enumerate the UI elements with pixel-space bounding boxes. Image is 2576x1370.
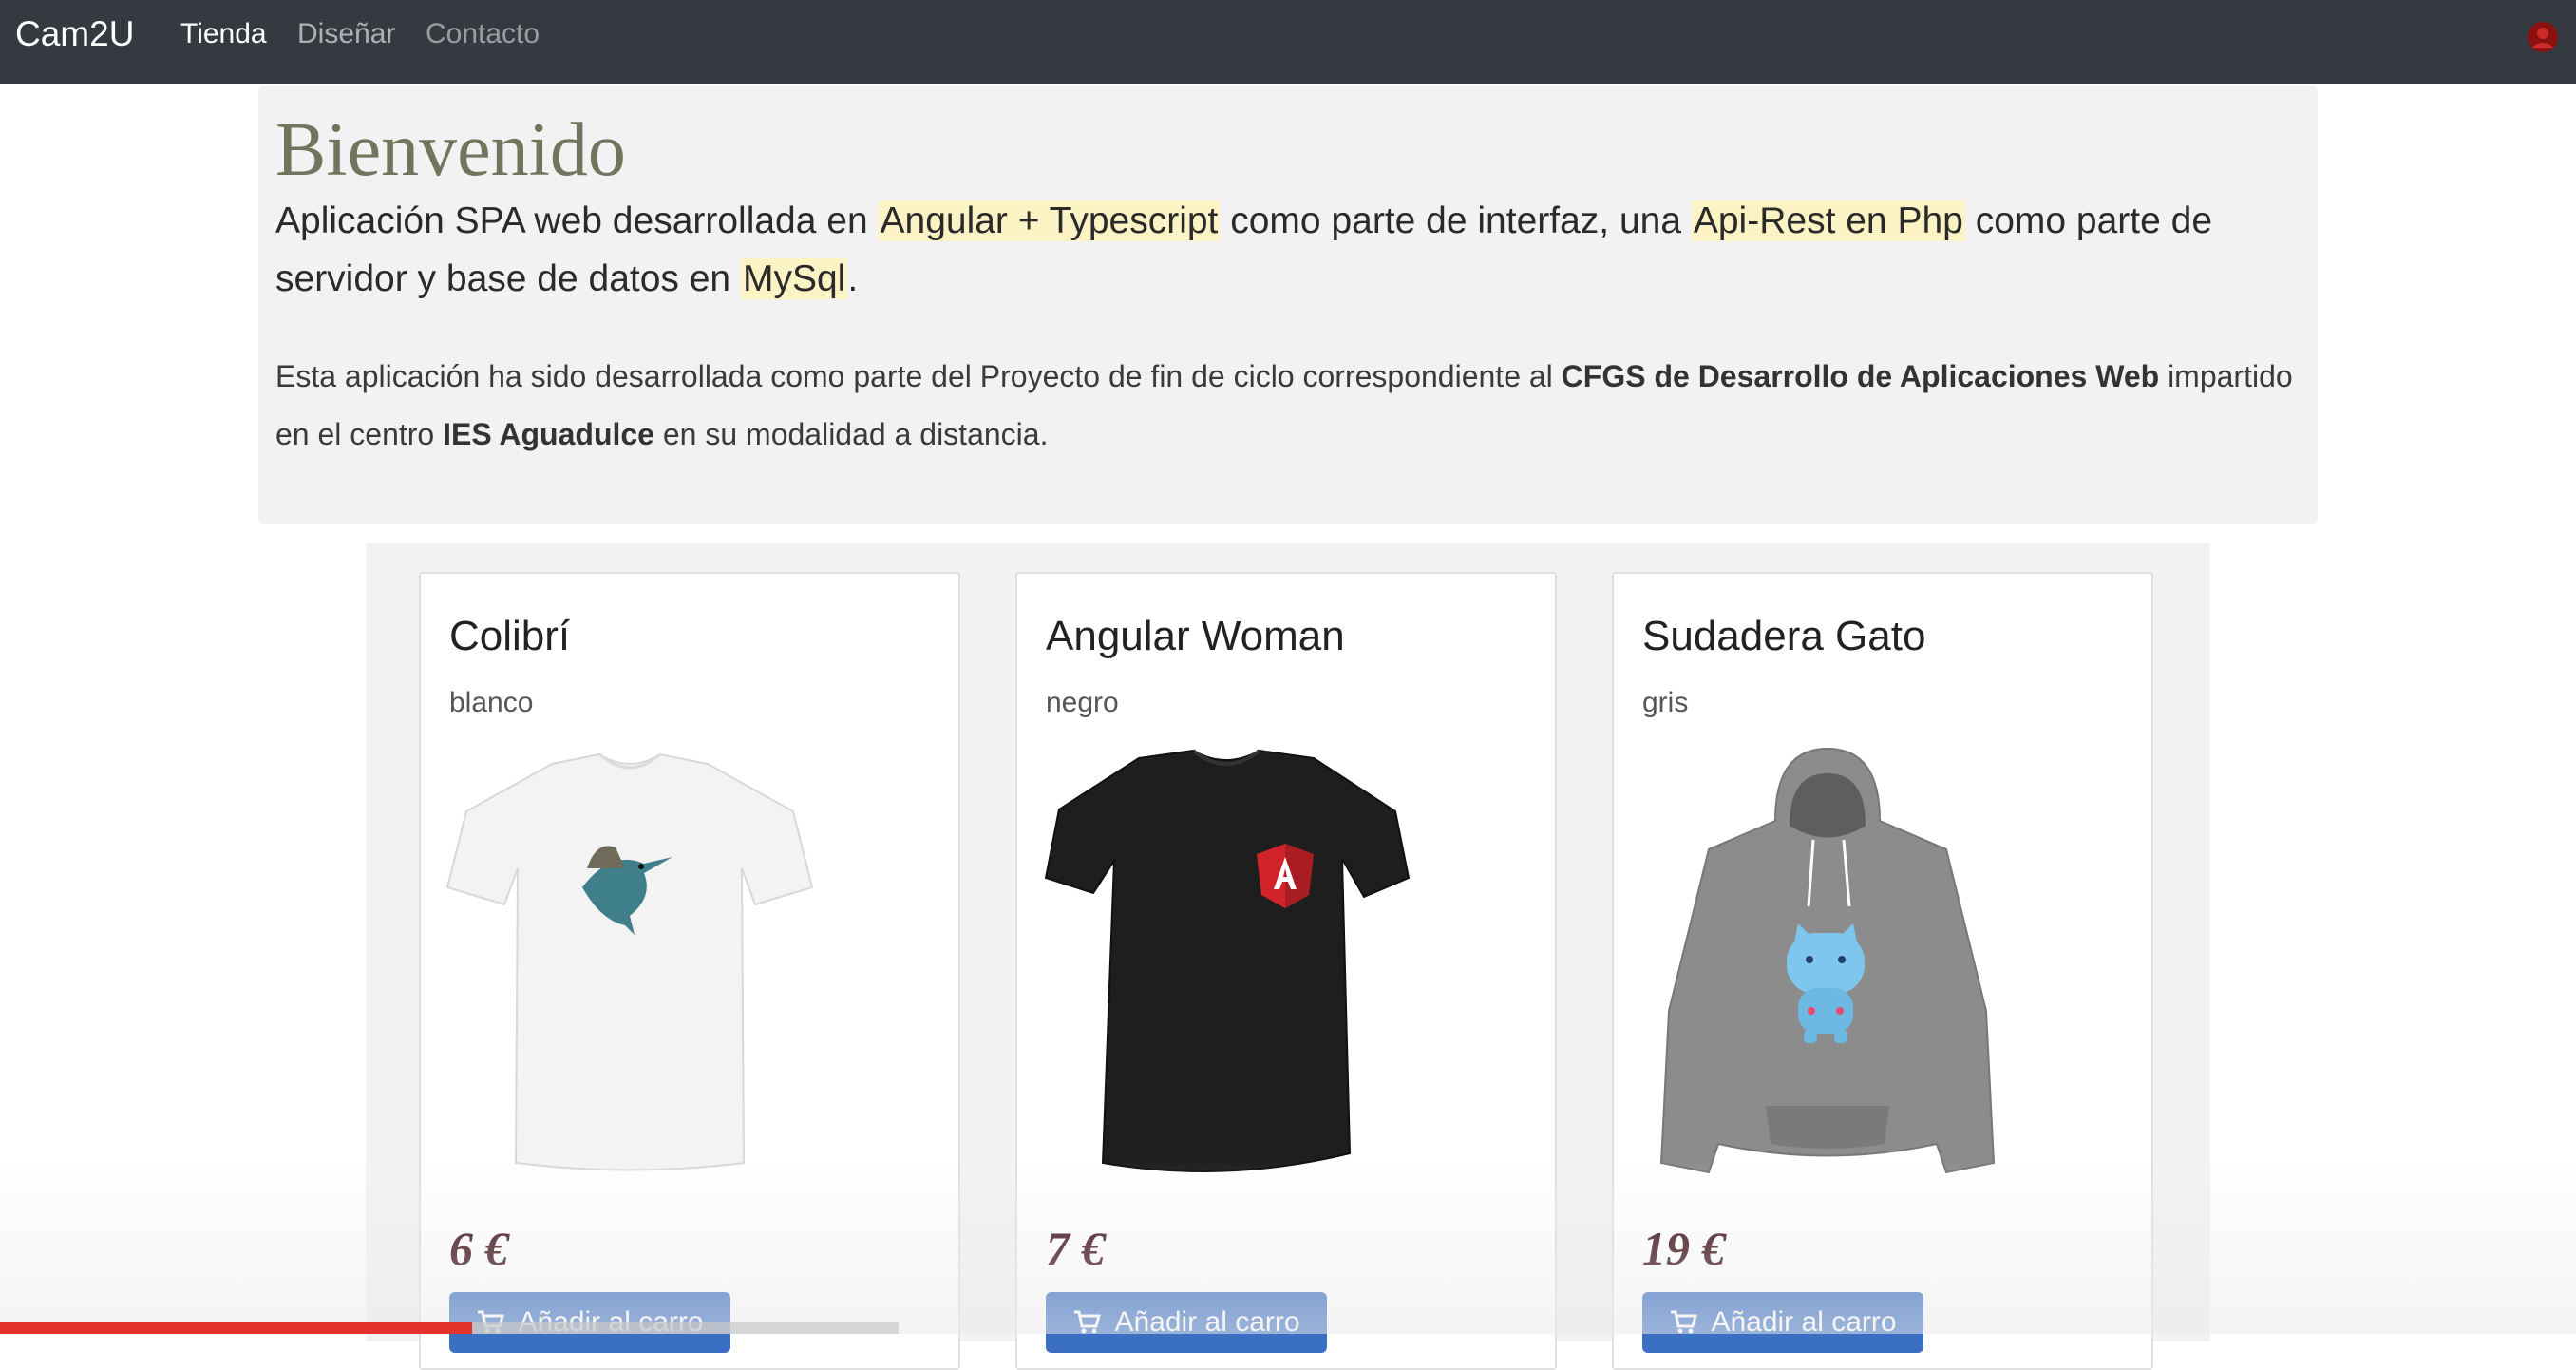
nav-link-tienda[interactable]: Tienda — [180, 17, 267, 51]
product-card-sudadera-gato: Sudadera Gato gris 19 € Añadir al carro — [1612, 572, 2153, 1370]
black-tshirt-angular-image — [1044, 749, 1411, 1172]
desc-bold-ies: IES Aguadulce — [443, 417, 654, 451]
brand-logo[interactable]: Cam2U — [15, 13, 134, 55]
desc-text-3: en su modalidad a distancia. — [653, 417, 1049, 451]
project-description: Esta aplicación ha sido desarrollada com… — [275, 348, 2308, 464]
product-color: negro — [1046, 687, 1119, 718]
white-tshirt-hummingbird-image — [445, 752, 814, 1171]
lead-text-2: como parte de interfaz, una — [1220, 200, 1692, 241]
highlight-angular: Angular + Typescript — [878, 200, 1221, 241]
video-progress-bar[interactable] — [0, 1322, 472, 1334]
product-card-angular-woman: Angular Woman negro 7 € Añadir al carro — [1015, 572, 1557, 1370]
add-to-cart-button[interactable]: Añadir al carro — [1046, 1292, 1327, 1353]
product-price: 7 € — [1046, 1222, 1106, 1275]
highlight-mysql: MySql — [740, 258, 848, 299]
cart-icon — [1671, 1310, 1698, 1334]
product-color: gris — [1642, 687, 1689, 718]
navbar: Cam2U Tienda Diseñar Contacto — [0, 0, 2576, 84]
intro-lead: Aplicación SPA web desarrollada en Angul… — [275, 192, 2308, 308]
product-price: 6 € — [449, 1222, 509, 1275]
product-name: Sudadera Gato — [1642, 613, 1926, 659]
grey-hoodie-cat-image — [1659, 747, 1996, 1174]
cart-icon — [1074, 1310, 1102, 1334]
add-to-cart-button[interactable]: Añadir al carro — [1642, 1292, 1923, 1353]
product-card-colibri: Colibrí blanco 6 € Añadir al carro — [419, 572, 960, 1370]
user-avatar-icon[interactable] — [2527, 21, 2559, 53]
product-color: blanco — [449, 687, 534, 718]
nav-link-disenar[interactable]: Diseñar — [297, 17, 395, 51]
nav-link-contacto[interactable]: Contacto — [426, 17, 540, 51]
page-title: Bienvenido — [275, 108, 626, 192]
desc-bold-cfgs: CFGS de Desarrollo de Aplicaciones Web — [1561, 359, 2160, 393]
product-price: 19 € — [1642, 1222, 1726, 1275]
product-name: Colibrí — [449, 613, 571, 659]
highlight-api-rest: Api-Rest en Php — [1691, 200, 1965, 241]
product-name: Angular Woman — [1046, 613, 1345, 659]
lead-text-1: Aplicación SPA web desarrollada en — [275, 200, 879, 241]
welcome-jumbotron: Bienvenido Aplicación SPA web desarrolla… — [258, 86, 2318, 524]
desc-text-1: Esta aplicación ha sido desarrollada com… — [275, 359, 1562, 393]
lead-text-4: . — [847, 258, 859, 299]
